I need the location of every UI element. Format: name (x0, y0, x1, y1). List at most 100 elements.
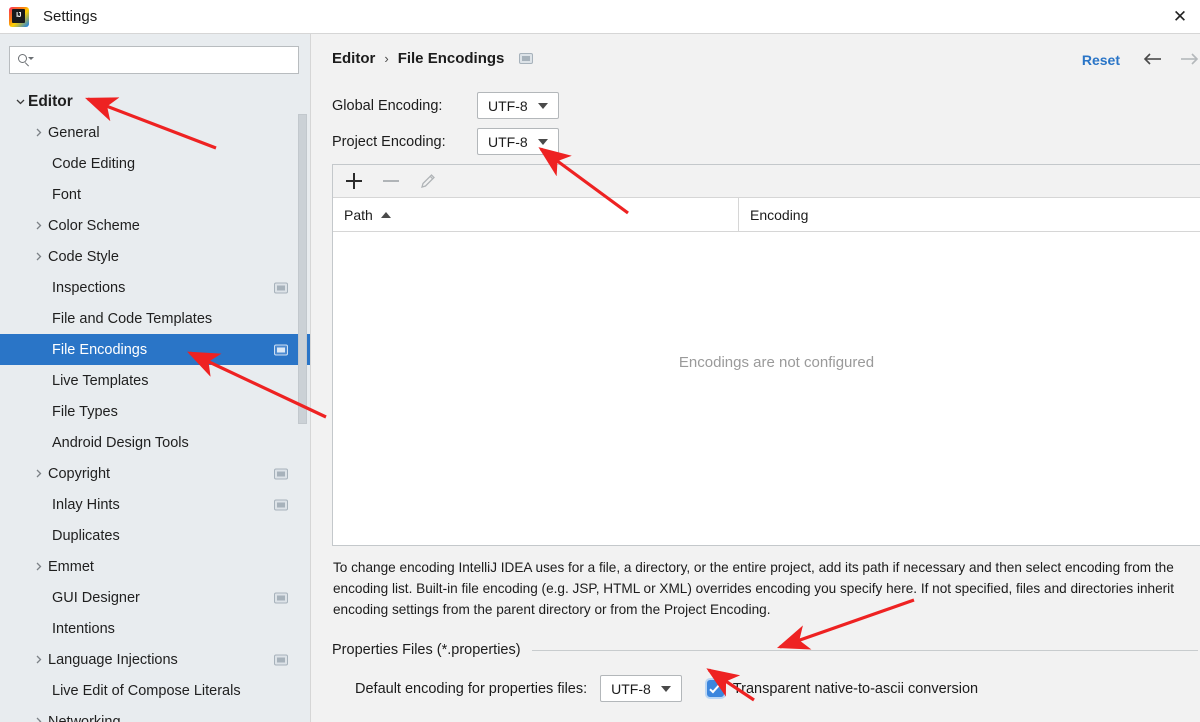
sidebar-item-label: Inspections (52, 279, 126, 296)
sidebar-item-inlay-hints[interactable]: Inlay Hints (0, 489, 310, 520)
navigation-arrows (1142, 48, 1200, 70)
default-properties-encoding-row: Default encoding for properties files: U… (355, 675, 978, 702)
sidebar-item-networking[interactable]: Networking (0, 706, 310, 722)
sidebar-item-android-design-tools[interactable]: Android Design Tools (0, 427, 310, 458)
arrow-right-icon (1178, 48, 1200, 70)
sidebar-item-label: Code Style (48, 248, 119, 265)
chevron-right-icon (30, 562, 46, 571)
table-header-row: Path Encoding (333, 198, 1200, 232)
sidebar-item-label: Font (52, 186, 82, 203)
settings-sidebar: Editor General Code Editing Font Color S… (0, 34, 310, 722)
sidebar-item-label: File Encodings (52, 341, 148, 358)
search-area (0, 34, 310, 74)
sidebar-item-label: File and Code Templates (52, 310, 213, 327)
project-encoding-label: Project Encoding: (332, 133, 446, 150)
sidebar-item-file-types[interactable]: File Types (0, 396, 310, 427)
sidebar-scrollbar[interactable] (298, 114, 307, 424)
sidebar-item-language-injections[interactable]: Language Injections (0, 644, 310, 675)
project-encoding-row: Project Encoding: UTF-8 (332, 128, 559, 155)
arrow-left-icon[interactable] (1142, 48, 1164, 70)
sidebar-item-general[interactable]: General (0, 117, 310, 148)
sidebar-item-intentions[interactable]: Intentions (0, 613, 310, 644)
sidebar-item-label: Android Design Tools (52, 434, 189, 451)
description-text: To change encoding IntelliJ IDEA uses fo… (333, 560, 1174, 617)
column-header-path[interactable]: Path (333, 198, 739, 231)
sidebar-item-label: Networking (48, 713, 121, 722)
encodings-table: Path Encoding Encodings are not configur… (332, 164, 1200, 546)
sidebar-item-label: Emmet (48, 558, 94, 575)
section-title: Properties Files (*.properties) (332, 642, 521, 658)
table-toolbar (333, 165, 1200, 198)
sidebar-item-label: GUI Designer (52, 589, 140, 606)
global-encoding-dropdown[interactable]: UTF-8 (477, 92, 559, 119)
default-encoding-label: Default encoding for properties files: (355, 680, 588, 697)
breadcrumb-parent[interactable]: Editor (332, 50, 375, 67)
chevron-right-icon (30, 128, 46, 137)
settings-dialog: IJ Settings ✕ Editor General Code Editin… (0, 0, 1200, 722)
sidebar-item-font[interactable]: Font (0, 179, 310, 210)
page-title: File Encodings (397, 50, 505, 67)
search-icon (18, 53, 34, 68)
project-settings-badge-icon (274, 468, 288, 479)
settings-tree: Editor General Code Editing Font Color S… (0, 86, 310, 722)
close-icon[interactable]: ✕ (1160, 0, 1200, 33)
chevron-down-icon (537, 138, 548, 145)
properties-files-section-header: Properties Files (*.properties) (332, 642, 1198, 658)
title-bar: IJ Settings ✕ (0, 0, 1200, 33)
reset-button[interactable]: Reset (1082, 52, 1120, 68)
sidebar-item-file-and-code-templates[interactable]: File and Code Templates (0, 303, 310, 334)
column-header-encoding[interactable]: Encoding (739, 198, 808, 231)
chevron-down-icon (537, 102, 548, 109)
minus-icon (381, 171, 401, 191)
chevron-right-icon (30, 717, 46, 722)
empty-state-message: Encodings are not configured (678, 354, 875, 371)
intellij-idea-icon: IJ (9, 6, 29, 27)
sidebar-item-label: Live Edit of Compose Literals (52, 682, 241, 699)
chevron-right-icon (30, 252, 46, 261)
sidebar-item-code-style[interactable]: Code Style (0, 241, 310, 272)
project-settings-badge-icon (274, 344, 288, 355)
project-settings-badge-icon (274, 592, 288, 603)
transparent-conversion-checkbox[interactable] (706, 680, 724, 697)
global-encoding-row: Global Encoding: UTF-8 (332, 92, 559, 119)
default-encoding-value: UTF-8 (611, 680, 651, 697)
project-settings-badge-icon (274, 499, 288, 510)
breadcrumb: Editor › File Encodings (332, 50, 534, 67)
plus-icon[interactable] (344, 171, 364, 191)
sidebar-item-emmet[interactable]: Emmet (0, 551, 310, 582)
sidebar-item-label: Duplicates (52, 527, 120, 544)
chevron-right-icon (30, 469, 46, 478)
sidebar-item-copyright[interactable]: Copyright (0, 458, 310, 489)
sidebar-item-label: Code Editing (52, 155, 136, 172)
sidebar-item-label: Intentions (52, 620, 115, 637)
sidebar-item-live-templates[interactable]: Live Templates (0, 365, 310, 396)
transparent-conversion-checkbox-row[interactable]: Transparent native-to-ascii conversion (706, 680, 978, 697)
sidebar-item-gui-designer[interactable]: GUI Designer (0, 582, 310, 613)
sidebar-item-label: Language Injections (48, 651, 178, 668)
sidebar-item-label: Color Scheme (48, 217, 140, 234)
sort-ascending-icon (380, 211, 391, 218)
sidebar-item-label: File Types (52, 403, 118, 420)
default-properties-encoding-dropdown[interactable]: UTF-8 (600, 675, 682, 702)
table-body: Encodings are not configured (333, 232, 1200, 545)
search-box[interactable] (9, 46, 299, 74)
sidebar-item-file-encodings[interactable]: File Encodings (0, 334, 310, 365)
sidebar-item-live-edit-of-compose-literals[interactable]: Live Edit of Compose Literals (0, 675, 310, 706)
breadcrumb-separator: › (384, 51, 389, 66)
chevron-down-icon (12, 97, 28, 106)
sidebar-item-label: Editor (28, 92, 73, 110)
window-title: Settings (43, 8, 98, 25)
column-label: Path (344, 206, 373, 223)
sidebar-item-code-editing[interactable]: Code Editing (0, 148, 310, 179)
section-divider (531, 649, 1198, 651)
sidebar-item-duplicates[interactable]: Duplicates (0, 520, 310, 551)
project-encoding-dropdown[interactable]: UTF-8 (477, 128, 559, 155)
column-label: Encoding (750, 206, 809, 223)
sidebar-item-label: Live Templates (52, 372, 149, 389)
sidebar-item-label: Inlay Hints (52, 496, 120, 513)
search-input[interactable] (35, 48, 275, 72)
project-settings-badge-icon (519, 53, 534, 64)
sidebar-item-inspections[interactable]: Inspections (0, 272, 310, 303)
sidebar-item-editor[interactable]: Editor (0, 86, 310, 117)
sidebar-item-color-scheme[interactable]: Color Scheme (0, 210, 310, 241)
